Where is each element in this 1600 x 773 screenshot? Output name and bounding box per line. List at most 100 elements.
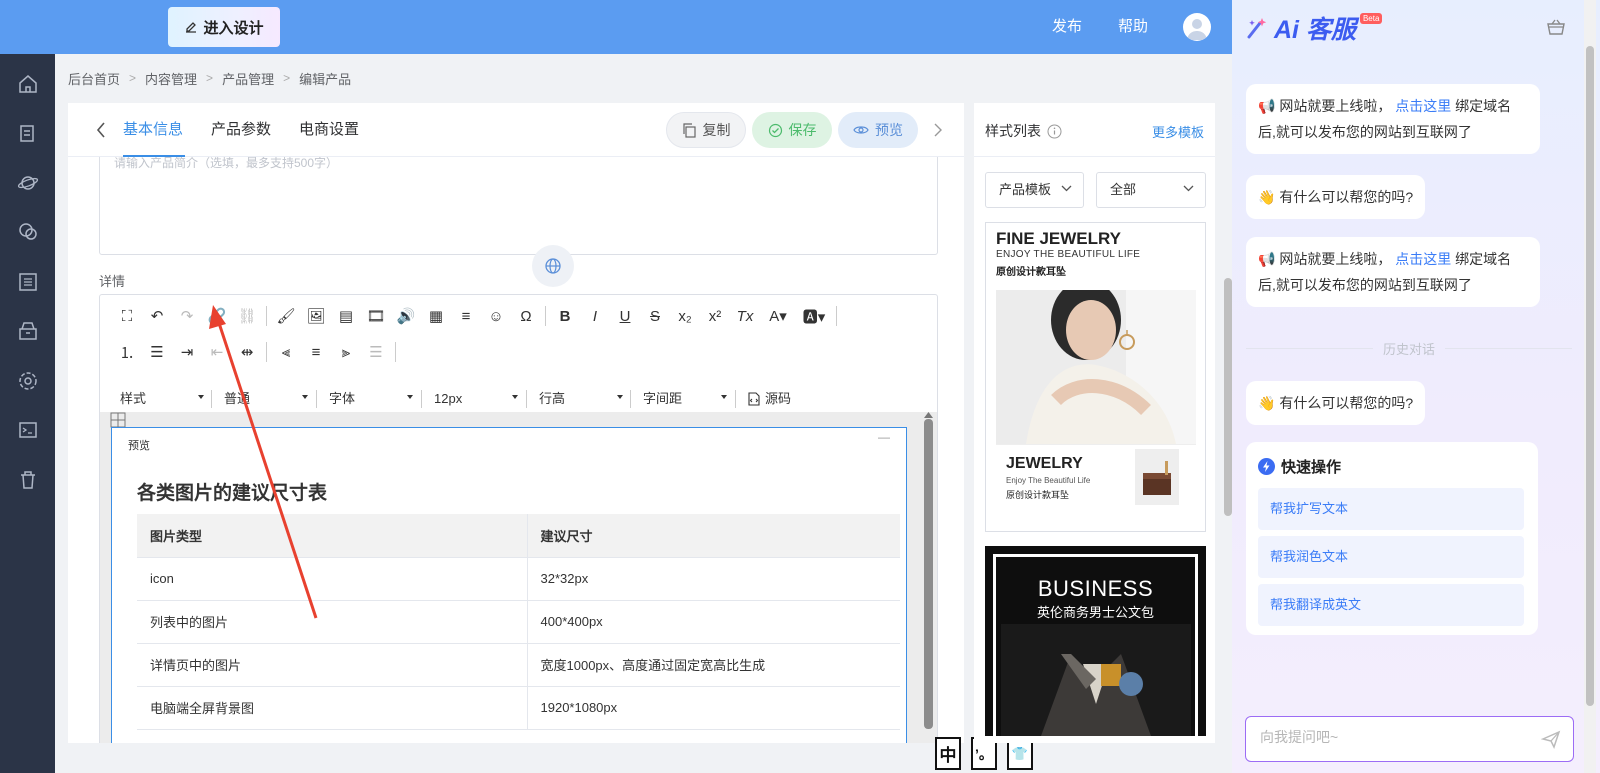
enter-design-button[interactable]: 进入设计 [168, 7, 280, 47]
save-button[interactable]: 保存 [752, 112, 832, 148]
underline-icon[interactable]: U [610, 301, 640, 331]
indent-icon[interactable]: ⇥ [172, 337, 202, 367]
paragraph-dropdown[interactable]: 普通 [216, 386, 312, 412]
outdent-icon[interactable]: ⇤ [202, 337, 232, 367]
ai-question-box[interactable] [1245, 716, 1574, 762]
unlink-icon[interactable]: ⛓ [232, 301, 262, 331]
audio-icon[interactable]: 🔊 [391, 301, 421, 331]
align-center-icon[interactable]: ≡ [301, 337, 331, 367]
link-icon[interactable]: 🔗 [202, 301, 232, 331]
trash-icon[interactable] [17, 469, 39, 491]
template-icon[interactable]: ▤ [331, 301, 361, 331]
planet-icon[interactable] [17, 172, 39, 194]
ai-panel-scrollbar[interactable] [1584, 0, 1596, 773]
subscript-icon[interactable]: x₂ [670, 301, 700, 331]
breadcrumb-products[interactable]: 产品管理 [222, 69, 274, 88]
list-icon[interactable] [17, 271, 39, 293]
send-icon[interactable] [1541, 729, 1561, 749]
source-code-button[interactable]: 源码 [740, 386, 810, 412]
ai-panel-scroll-thumb[interactable] [1586, 46, 1594, 706]
more-templates-link[interactable]: 更多模板 [1152, 122, 1204, 141]
copy-button[interactable]: 复制 [666, 112, 746, 148]
chevron-left-icon[interactable] [95, 121, 107, 139]
chevron-down-icon [1183, 185, 1194, 192]
unordered-list-icon[interactable]: ☰ [142, 337, 172, 367]
info-icon[interactable] [1047, 124, 1062, 139]
document-icon[interactable] [17, 123, 39, 145]
horizontal-rule-icon[interactable]: ≡ [451, 301, 481, 331]
ime-chinese-toggle[interactable]: 中 [935, 737, 961, 770]
quick-action-polish[interactable]: 帮我润色文本 [1258, 536, 1524, 578]
breadcrumb-home[interactable]: 后台首页 [68, 69, 120, 88]
preview-block[interactable]: 预览 — 各类图片的建议尺寸表 图片类型 建议尺寸 icon 32*32px 列… [111, 427, 907, 743]
redo-icon[interactable]: ↷ [172, 301, 202, 331]
chevron-right-icon[interactable] [934, 123, 942, 137]
background-color-icon[interactable]: 🅰▾ [796, 301, 832, 331]
chat-icon[interactable] [17, 221, 39, 243]
bold-icon[interactable]: B [550, 301, 580, 331]
product-summary-textarea[interactable]: 请输入产品简介（选填，最多支持500字） [99, 153, 938, 255]
bind-domain-link[interactable]: 点击这里 [1395, 98, 1451, 114]
scroll-up-arrow-icon[interactable] [924, 412, 933, 418]
basket-icon[interactable] [1546, 18, 1566, 36]
clear-format-icon[interactable]: Tx [730, 301, 760, 331]
editor-content-area[interactable]: 预览 — 各类图片的建议尺寸表 图片类型 建议尺寸 icon 32*32px 列… [100, 412, 937, 743]
undo-icon[interactable]: ↶ [142, 301, 172, 331]
tab-product-params[interactable]: 产品参数 [211, 103, 271, 157]
publish-link[interactable]: 发布 [1034, 0, 1100, 54]
font-color-icon[interactable]: A▾ [760, 301, 796, 331]
terminal-icon[interactable] [17, 419, 39, 441]
page-scrollbar[interactable] [1224, 278, 1232, 516]
superscript-icon[interactable]: x² [700, 301, 730, 331]
align-left-icon[interactable]: ⫷ [271, 337, 301, 367]
font-size-dropdown[interactable]: 12px [426, 386, 522, 412]
emoji-icon[interactable]: ☺ [481, 301, 511, 331]
settings-icon[interactable] [17, 370, 39, 392]
format-painter-icon[interactable]: 🖌 [271, 301, 301, 331]
breadcrumb-content[interactable]: 内容管理 [145, 69, 197, 88]
ordered-list-icon[interactable]: ⒈ [112, 337, 142, 367]
source-code-icon [748, 392, 760, 406]
quick-action-expand[interactable]: 帮我扩写文本 [1258, 488, 1524, 530]
help-link[interactable]: 帮助 [1100, 0, 1166, 54]
style-list-header: 样式列表 更多模板 [974, 103, 1215, 157]
align-justify-icon[interactable]: ☰ [361, 337, 391, 367]
table-row: 列表中的图片 400*400px [137, 600, 900, 644]
align-right-icon[interactable]: ⫸ [331, 337, 361, 367]
template-card-business[interactable]: BUSINESS 英伦商务男士公文包 [985, 546, 1206, 736]
line-indent-icon[interactable]: ⇹ [232, 337, 262, 367]
globe-icon[interactable] [532, 245, 574, 287]
italic-icon[interactable]: I [580, 301, 610, 331]
tab-basic-info[interactable]: 基本信息 [123, 103, 183, 157]
shop-icon[interactable] [17, 320, 39, 342]
line-height-dropdown[interactable]: 行高 [531, 386, 627, 412]
template-card-jewelry[interactable]: FINE JEWELRY ENJOY THE BEAUTIFUL LIFE 原创… [985, 222, 1206, 532]
editor-scrollbar[interactable] [924, 419, 933, 729]
video-icon[interactable]: 🎞 [361, 301, 391, 331]
strikethrough-icon[interactable]: S [640, 301, 670, 331]
home-icon[interactable] [17, 73, 39, 95]
tpl1-bottom-sub: Enjoy The Beautiful Life [1006, 476, 1091, 485]
block-handle-icon[interactable] [110, 412, 126, 428]
user-avatar[interactable] [1183, 13, 1211, 41]
caret-down-icon [302, 395, 308, 399]
bind-domain-link[interactable]: 点击这里 [1395, 251, 1451, 267]
message-text: 网站就要上线啦， [1279, 98, 1392, 114]
caret-down-icon [617, 395, 623, 399]
style-dropdown[interactable]: 样式 [112, 386, 208, 412]
tab-ecommerce[interactable]: 电商设置 [299, 103, 359, 157]
table-icon[interactable]: ▦ [421, 301, 451, 331]
divider [545, 306, 546, 326]
minimize-icon[interactable]: — [878, 430, 890, 444]
ai-question-input[interactable] [1260, 729, 1520, 745]
letter-spacing-dropdown[interactable]: 字间距 [635, 386, 731, 412]
image-icon[interactable]: 🖼 [301, 301, 331, 331]
quick-actions-title: 快速操作 [1258, 456, 1341, 477]
preview-button[interactable]: 预览 [838, 112, 918, 148]
template-filter-select[interactable]: 全部 [1096, 172, 1206, 208]
special-char-icon[interactable]: Ω [511, 301, 541, 331]
quick-action-translate[interactable]: 帮我翻译成英文 [1258, 584, 1524, 626]
template-category-select[interactable]: 产品模板 [985, 172, 1084, 208]
fullscreen-icon[interactable]: ⛶ [112, 301, 142, 331]
font-dropdown[interactable]: 字体 [321, 386, 417, 412]
